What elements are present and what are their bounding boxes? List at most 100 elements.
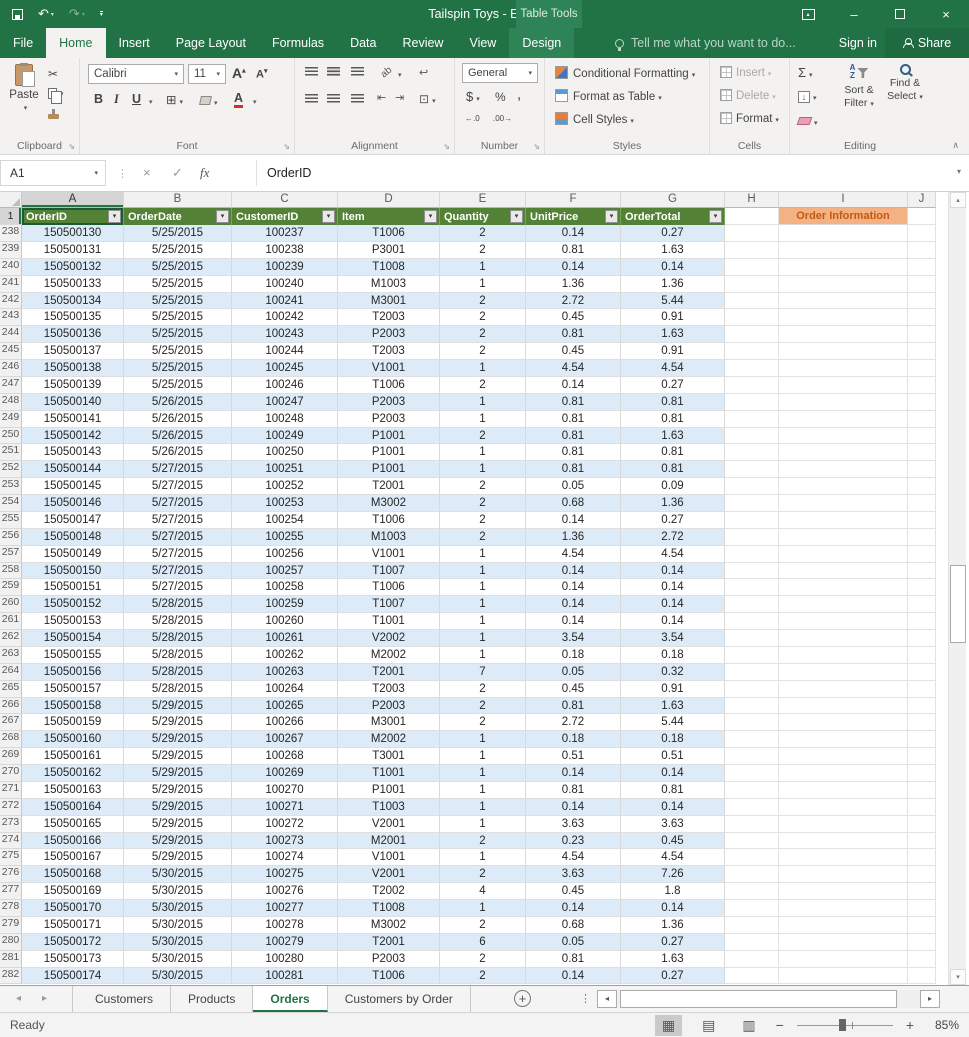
cell-F269[interactable]: 0.51 <box>526 748 621 765</box>
cell-I240[interactable] <box>779 258 908 276</box>
page-break-view-button[interactable]: ▥ <box>735 1015 762 1036</box>
cell-I249[interactable] <box>779 410 908 428</box>
cell-D242[interactable]: M3001 <box>338 292 440 310</box>
number-format-select[interactable]: General ▾ <box>462 63 538 83</box>
cell-J265[interactable] <box>908 680 936 698</box>
clear-button[interactable]: ▾ <box>796 114 818 128</box>
cell-E243[interactable]: 2 <box>440 309 526 327</box>
cell-C262[interactable]: 100261 <box>232 630 338 647</box>
format-painter-button[interactable] <box>48 105 64 122</box>
row-header-249[interactable]: 249 <box>0 410 22 428</box>
name-box-dropdown-icon[interactable]: ▾ <box>94 169 98 177</box>
row-header-275[interactable]: 275 <box>0 849 22 867</box>
cell-J254[interactable] <box>908 495 936 512</box>
cell-E281[interactable]: 2 <box>440 950 526 968</box>
dropdown-arrow-icon[interactable]: ▾ <box>658 95 662 102</box>
cell-A246[interactable]: 150500138 <box>22 360 124 377</box>
cell-B271[interactable]: 5/29/2015 <box>124 781 232 799</box>
cell-G275[interactable]: 4.54 <box>621 849 725 867</box>
cell-F277[interactable]: 0.45 <box>526 883 621 900</box>
cell-F246[interactable]: 4.54 <box>526 360 621 377</box>
cell-D274[interactable]: M2001 <box>338 832 440 850</box>
cell-F271[interactable]: 0.81 <box>526 781 621 799</box>
expand-formula-bar-icon[interactable]: ▾ <box>957 167 961 176</box>
cell-H278[interactable] <box>725 900 779 917</box>
cell-D248[interactable]: P2003 <box>338 393 440 411</box>
cell-H262[interactable] <box>725 630 779 647</box>
cell-C255[interactable]: 100254 <box>232 511 338 529</box>
cell-D244[interactable]: P2003 <box>338 326 440 344</box>
share-button[interactable]: Share <box>885 28 969 58</box>
row-header-252[interactable]: 252 <box>0 461 22 479</box>
row-header-260[interactable]: 260 <box>0 596 22 614</box>
cell-B240[interactable]: 5/25/2015 <box>124 258 232 276</box>
align-left-button[interactable] <box>305 94 318 103</box>
row-header-270[interactable]: 270 <box>0 765 22 782</box>
cell-B242[interactable]: 5/25/2015 <box>124 292 232 310</box>
cell-J279[interactable] <box>908 916 936 934</box>
cell-F272[interactable]: 0.14 <box>526 798 621 816</box>
cell-G281[interactable]: 1.63 <box>621 950 725 968</box>
clear-dropdown-icon[interactable]: ▾ <box>814 120 818 127</box>
cell-D273[interactable]: V2001 <box>338 815 440 833</box>
filter-button-quantity[interactable]: ▾ <box>510 210 523 223</box>
cell-C249[interactable]: 100248 <box>232 410 338 428</box>
tell-me-box[interactable]: Tell me what you want to do... <box>615 28 796 58</box>
cell-A282[interactable]: 150500174 <box>22 967 124 985</box>
cell-E257[interactable]: 1 <box>440 545 526 563</box>
cell-G278[interactable]: 0.14 <box>621 900 725 917</box>
wrap-text-button[interactable]: ↩ <box>419 66 428 79</box>
row-header-277[interactable]: 277 <box>0 883 22 900</box>
cell-E255[interactable]: 2 <box>440 511 526 529</box>
ribbon-tab-page-layout[interactable]: Page Layout <box>163 28 259 58</box>
cell-E252[interactable]: 1 <box>440 461 526 479</box>
new-sheet-button[interactable]: + <box>514 990 531 1007</box>
font-name-dropdown-icon[interactable]: ▾ <box>174 70 178 78</box>
cell-A280[interactable]: 150500172 <box>22 933 124 951</box>
cell-J272[interactable] <box>908 798 936 816</box>
orientation-dropdown-icon[interactable]: ▾ <box>398 71 402 79</box>
cell-J241[interactable] <box>908 275 936 293</box>
cell-F240[interactable]: 0.14 <box>526 258 621 276</box>
cell-I255[interactable] <box>779 511 908 529</box>
cell-J264[interactable] <box>908 663 936 681</box>
cell-E238[interactable]: 2 <box>440 225 526 242</box>
cell-J243[interactable] <box>908 309 936 327</box>
underline-dropdown-icon[interactable]: ▾ <box>149 98 153 106</box>
cell-I250[interactable] <box>779 427 908 445</box>
cell-B258[interactable]: 5/27/2015 <box>124 562 232 580</box>
cell-E259[interactable]: 1 <box>440 579 526 597</box>
alignment-dialog-launcher[interactable]: ⇘ <box>443 142 450 151</box>
merge-dropdown-icon[interactable]: ▾ <box>432 98 436 105</box>
currency-dropdown-icon[interactable]: ▾ <box>476 96 480 103</box>
cell-E269[interactable]: 1 <box>440 748 526 765</box>
cell-J250[interactable] <box>908 427 936 445</box>
cell-D277[interactable]: T2002 <box>338 883 440 900</box>
cell-H269[interactable] <box>725 748 779 765</box>
cell-J275[interactable] <box>908 849 936 867</box>
cell-J262[interactable] <box>908 630 936 647</box>
align-right-button[interactable] <box>351 94 364 103</box>
cell-H270[interactable] <box>725 765 779 782</box>
cell-B255[interactable]: 5/27/2015 <box>124 511 232 529</box>
column-header-c[interactable]: C <box>232 192 338 208</box>
cell-I267[interactable] <box>779 714 908 732</box>
cell-I282[interactable] <box>779 967 908 985</box>
cell-G258[interactable]: 0.14 <box>621 562 725 580</box>
row-header-268[interactable]: 268 <box>0 731 22 749</box>
cell-D252[interactable]: P1001 <box>338 461 440 479</box>
row-header-261[interactable]: 261 <box>0 613 22 630</box>
filter-button-ordertotal[interactable]: ▾ <box>709 210 722 223</box>
cell-F239[interactable]: 0.81 <box>526 241 621 259</box>
cell-B241[interactable]: 5/25/2015 <box>124 275 232 293</box>
row-header-280[interactable]: 280 <box>0 933 22 951</box>
cell-G238[interactable]: 0.27 <box>621 225 725 242</box>
table-header-ordertotal[interactable]: OrderTotal ▾ <box>621 208 725 225</box>
cell-G249[interactable]: 0.81 <box>621 410 725 428</box>
row-header-238[interactable]: 238 <box>0 225 22 242</box>
cell-B250[interactable]: 5/26/2015 <box>124 427 232 445</box>
cell-J268[interactable] <box>908 731 936 749</box>
cell-C242[interactable]: 100241 <box>232 292 338 310</box>
cell-D259[interactable]: T1006 <box>338 579 440 597</box>
row-header-276[interactable]: 276 <box>0 866 22 884</box>
